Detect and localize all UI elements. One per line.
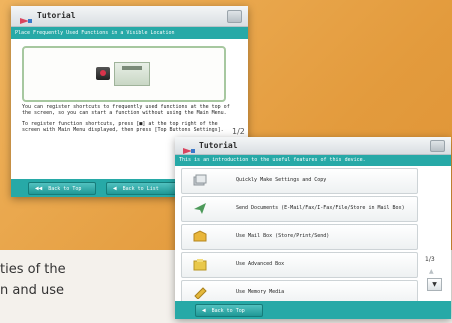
left-arrow-icon: ◀ [113, 185, 117, 192]
list-item-label: Use Advanced Box [236, 261, 285, 267]
page-subtitle: Place Frequently Used Functions in a Vis… [11, 27, 248, 39]
window-title: Tutorial [37, 11, 76, 20]
list-item-advanced-box[interactable]: Use Advanced Box [181, 252, 418, 278]
back-to-list-button[interactable]: ◀ Back to List [106, 182, 180, 195]
mailbox-icon [193, 230, 207, 242]
page-subtitle: This is an introduction to the useful fe… [175, 155, 451, 166]
close-button[interactable] [227, 10, 242, 23]
scroll-panel: 1/3 ▲ ▼ [423, 168, 445, 292]
background-text-2: n and use [0, 283, 64, 298]
page-indicator: 1/3 [425, 256, 435, 263]
tutorial-window-list: Tutorial This is an introduction to the … [175, 137, 451, 319]
illustration [22, 46, 226, 102]
description-text-1: You can register shortcuts to frequently… [22, 104, 230, 116]
memory-media-icon [194, 287, 207, 299]
double-left-arrow-icon: ◀◀ [35, 185, 43, 192]
advanced-box-icon [193, 259, 207, 271]
send-icon [194, 203, 206, 214]
list-item-label: Quickly Make Settings and Copy [236, 177, 327, 183]
back-to-top-label: Back to Top [48, 186, 82, 192]
back-to-top-button[interactable]: ◀ Back to Top [195, 304, 263, 317]
panel-icon [114, 62, 150, 86]
list-item-label: Use Memory Media [236, 289, 285, 295]
title-bar: Tutorial [11, 6, 248, 27]
list-item-label: Use Mail Box (Store/Print/Send) [236, 233, 330, 239]
window-title: Tutorial [199, 141, 238, 150]
feature-list: Quickly Make Settings and Copy Send Docu… [181, 168, 418, 308]
back-to-list-label: Back to List [122, 186, 159, 192]
list-item-send-documents[interactable]: Send Documents (E-Mail/Fax/I-Fax/File/St… [181, 196, 418, 222]
list-item-quick-copy[interactable]: Quickly Make Settings and Copy [181, 168, 418, 194]
device-icon [96, 67, 110, 80]
scroll-up-icon[interactable]: ▲ [429, 268, 434, 275]
list-item-mail-box[interactable]: Use Mail Box (Store/Print/Send) [181, 224, 418, 250]
back-to-top-button[interactable]: ◀◀ Back to Top [28, 182, 96, 195]
scroll-down-button[interactable]: ▼ [427, 278, 442, 291]
page-indicator: 1/2 [232, 127, 245, 136]
list-item-label: Send Documents (E-Mail/Fax/I-Fax/File/St… [236, 205, 405, 211]
left-arrow-icon: ◀ [202, 307, 206, 314]
close-button[interactable] [430, 140, 445, 152]
copy-settings-icon [193, 174, 207, 186]
background-text-1: ties of the [0, 262, 66, 277]
back-to-top-label: Back to Top [211, 308, 245, 314]
description-text-2: To register function shortcuts, press [■… [22, 121, 224, 133]
title-bar: Tutorial [175, 137, 451, 155]
bottom-bar: ◀ Back to Top [175, 301, 451, 319]
